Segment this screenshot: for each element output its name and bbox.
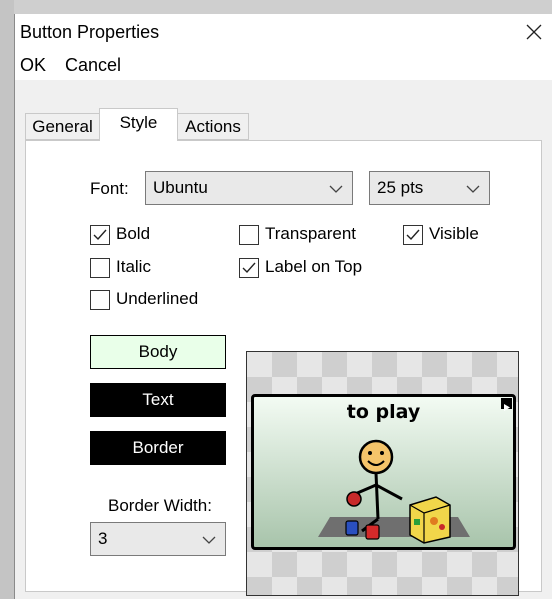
font-label: Font: <box>90 179 129 198</box>
preview-button-label: to play <box>346 401 421 423</box>
font-family-select[interactable]: Ubuntu <box>145 171 353 205</box>
transparent-label: Transparent <box>265 224 357 243</box>
underlined-label: Underlined <box>116 289 199 308</box>
underlined-checkbox-box <box>90 290 110 310</box>
visible-checkbox[interactable]: Visible <box>403 224 503 246</box>
checkmark-icon <box>93 229 107 241</box>
chevron-down-icon <box>466 185 480 193</box>
tab-style[interactable]: Style <box>99 108 178 141</box>
underlined-checkbox[interactable]: Underlined <box>90 289 240 311</box>
border-color-button[interactable]: Border <box>90 431 226 465</box>
close-icon <box>526 24 542 40</box>
dialog-client-area: General Style Actions Font: Ubuntu 25 pt… <box>15 80 552 599</box>
transparent-checkbox[interactable]: Transparent <box>239 224 379 246</box>
background-strip-left <box>0 0 14 599</box>
border-width-value: 3 <box>98 529 108 548</box>
label-on-top-checkbox[interactable]: Label on Top <box>239 257 389 279</box>
border-width-label: Border Width: <box>108 496 212 515</box>
button-preview: to play <box>246 351 519 596</box>
font-family-value: Ubuntu <box>153 178 208 197</box>
transparent-checkbox-box <box>239 225 259 245</box>
body-color-button[interactable]: Body <box>90 335 226 369</box>
close-button[interactable] <box>518 16 550 48</box>
chevron-down-icon <box>329 185 343 193</box>
checkmark-icon <box>406 229 420 241</box>
bold-label: Bold <box>116 224 151 243</box>
visible-label: Visible <box>429 224 479 243</box>
menu-cancel[interactable]: Cancel <box>65 55 121 76</box>
font-size-select[interactable]: 25 pts <box>369 171 490 205</box>
preview-button: to play <box>251 394 516 550</box>
background-strip-top <box>0 0 552 14</box>
flag-icon <box>501 398 512 411</box>
checkmark-icon <box>242 262 256 274</box>
button-properties-dialog: Button Properties OK Cancel General Styl… <box>14 14 552 599</box>
italic-checkbox-box <box>90 258 110 278</box>
tab-general[interactable]: General <box>25 113 100 140</box>
visible-checkbox-box <box>403 225 423 245</box>
italic-label: Italic <box>116 257 151 276</box>
title-bar: Button Properties <box>15 14 552 50</box>
dialog-title: Button Properties <box>20 22 160 42</box>
style-tab-panel: Font: Ubuntu 25 pts Bold Italic Underlin… <box>25 140 542 596</box>
menu-ok[interactable]: OK <box>20 55 46 76</box>
child-playing-with-toy-blocks-icon <box>318 439 470 544</box>
italic-checkbox[interactable]: Italic <box>90 257 210 279</box>
bold-checkbox-box <box>90 225 110 245</box>
bold-checkbox[interactable]: Bold <box>90 224 210 246</box>
font-size-value: 25 pts <box>377 178 424 197</box>
menu-bar: OK Cancel <box>15 52 552 80</box>
border-width-select[interactable]: 3 <box>90 522 226 556</box>
tab-actions[interactable]: Actions <box>177 113 249 140</box>
label-on-top-label: Label on Top <box>265 257 363 276</box>
text-color-button[interactable]: Text <box>90 383 226 417</box>
chevron-down-icon <box>202 536 216 544</box>
label-on-top-checkbox-box <box>239 258 259 278</box>
